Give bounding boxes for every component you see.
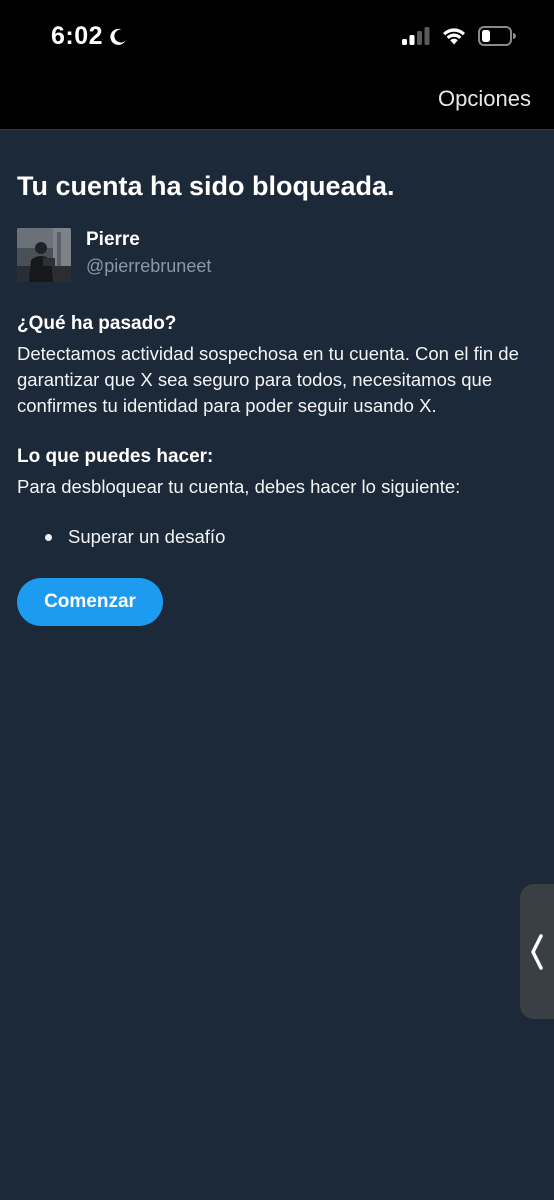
what-to-do-heading: Lo que puedes hacer:: [17, 446, 214, 467]
account-card: Pierre @pierrebruneet: [17, 228, 537, 282]
what-happened-text: Detectamos actividad sospechosa en tu cu…: [17, 343, 519, 416]
moon-icon: [110, 28, 126, 45]
step-label: Superar un desafío: [68, 526, 226, 547]
page-title: Tu cuenta ha sido bloqueada.: [17, 171, 395, 201]
options-button[interactable]: Opciones: [438, 86, 531, 112]
display-name: Pierre: [86, 229, 140, 250]
status-time: 6:02: [51, 22, 128, 51]
steps-list: Superar un desafío: [17, 524, 537, 550]
bullet-dot: [45, 533, 52, 541]
side-panel-handle[interactable]: [520, 884, 554, 1019]
avatar: [17, 228, 71, 282]
avatar-photo-icon: [17, 228, 71, 282]
battery-icon: [478, 26, 516, 46]
status-time-text: 6:02: [51, 22, 104, 50]
status-bar: 6:02: [0, 0, 554, 76]
user-handle: @pierrebruneet: [86, 256, 212, 276]
list-item: Superar un desafío: [17, 524, 537, 550]
top-nav-bar: Opciones: [0, 76, 554, 130]
what-happened-heading: ¿Qué ha pasado?: [17, 313, 177, 334]
chevron-left-icon: [531, 933, 543, 970]
account-info: Pierre @pierrebruneet: [86, 229, 211, 277]
status-indicators: [402, 26, 516, 46]
locked-account-content: Tu cuenta ha sido bloqueada. Pierre @pie…: [17, 170, 537, 626]
wifi-icon: [443, 28, 465, 45]
start-button[interactable]: Comenzar: [17, 578, 163, 626]
signal-icon: [402, 27, 430, 45]
what-to-do-text: Para desbloquear tu cuenta, debes hacer …: [17, 476, 461, 497]
